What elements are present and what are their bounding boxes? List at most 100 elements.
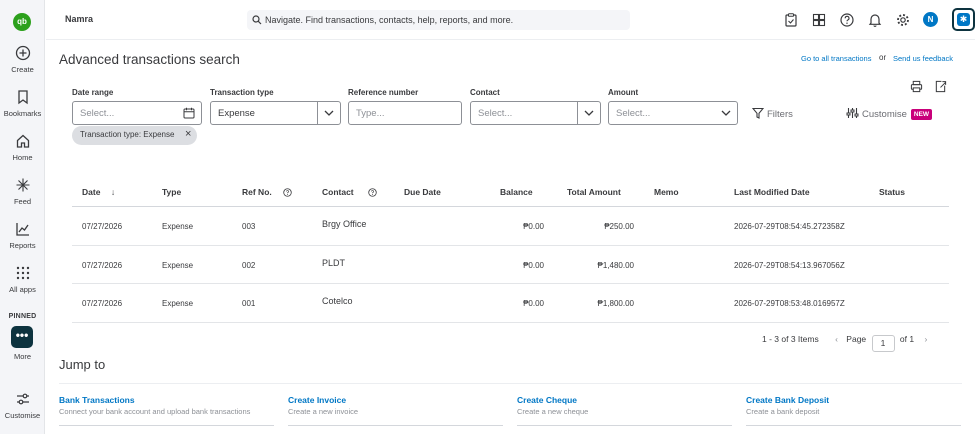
plus-circle-icon [15,45,30,61]
sidebar-item-customise[interactable]: Customise [0,391,45,420]
sidebar-item-all-apps[interactable]: All apps [0,265,45,294]
filter-chip-transaction-type: Transaction type: Expense × [72,126,198,145]
jump-link-title: Create Bank Deposit [746,395,830,405]
close-icon[interactable]: × [185,129,191,140]
global-search-input[interactable]: Navigate. Find transactions, contacts, h… [247,10,630,30]
sidebar-item-label: Customise [4,411,41,420]
cell-balance: ₱0.00 [523,299,544,308]
sliders-icon [846,108,859,118]
export-icon[interactable] [934,80,947,93]
info-icon[interactable] [283,188,292,197]
table-row[interactable]: 07/27/2026 Expense 003 Brgy Office ₱0.00… [72,207,949,246]
column-total-amount[interactable]: Total Amount [567,187,621,197]
chevron-down-icon [324,110,334,116]
amount-label: Amount [608,88,639,97]
cell-type: Expense [162,299,194,308]
quickbooks-logo[interactable]: qb [13,13,31,31]
cell-contact-link[interactable]: Brgy Office [322,219,366,229]
jump-link-title: Create Invoice [288,395,347,405]
jump-link-bank-transactions[interactable]: Bank Transactions Connect your bank acco… [59,395,274,426]
sidebar-item-bookmarks[interactable]: Bookmarks [0,89,45,118]
jump-link-title: Create Cheque [517,395,577,405]
reference-number-input[interactable]: Type... [348,101,462,125]
cell-date: 07/27/2026 [82,299,123,308]
clipboard-check-icon[interactable] [783,12,799,28]
bookmark-icon [17,90,28,105]
company-name[interactable]: Namra [65,14,93,24]
jump-link-description: Create a new cheque [517,407,589,416]
table-row[interactable]: 07/27/2026 Expense 001 Cotelco ₱0.00 ₱1,… [72,284,949,323]
filters-button[interactable]: Filters [751,107,793,120]
column-type[interactable]: Type [162,187,181,197]
date-range-field[interactable]: Select... [72,101,202,125]
send-feedback-link[interactable]: Send us feedback [893,54,953,63]
jump-to-heading: Jump to [59,357,106,372]
apps-switcher-icon[interactable] [811,12,827,28]
help-icon[interactable] [839,12,855,28]
bell-icon[interactable] [867,12,883,28]
assistant-button[interactable]: ✱ [952,8,975,31]
page-label: Page [846,334,867,344]
chevron-right-icon[interactable]: › [924,334,927,344]
jump-link-description: Create a bank deposit [746,407,820,416]
jump-link-create-invoice[interactable]: Create Invoice Create a new invoice [288,395,503,426]
more-button[interactable]: ••• [11,326,33,348]
filters-label: Filters [767,109,793,120]
cell-type: Expense [162,222,194,231]
info-icon[interactable] [368,188,377,197]
pinned-section-label: PINNED [8,313,37,320]
pagination-summary: 1 - 3 of 3 Items [762,334,819,344]
customise-button[interactable]: Customise NEW [846,107,933,120]
cell-last-modified: 2026-07-29T08:53:48.016957Z [734,299,845,308]
column-date-label: Date [82,187,101,197]
cell-contact-link[interactable]: Cotelco [322,296,353,306]
sidebar-item-home[interactable]: Home [0,133,45,162]
more-dots-icon: ••• [15,328,29,342]
date-range-label: Date range [72,88,114,97]
chevron-down-icon [721,110,731,116]
jump-link-create-bank-deposit[interactable]: Create Bank Deposit Create a bank deposi… [746,395,961,426]
column-last-modified[interactable]: Last Modified Date [734,187,810,197]
column-memo[interactable]: Memo [654,187,679,197]
jump-link-create-cheque[interactable]: Create Cheque Create a new cheque [517,395,732,426]
cell-last-modified: 2026-07-29T08:54:13.967056Z [734,260,845,270]
transaction-type-value: Expense [218,108,255,119]
reference-number-placeholder: Type... [356,108,385,119]
divider [59,383,962,384]
cell-total-amount: ₱250.00 [604,222,634,231]
column-date[interactable]: Date ↓ [82,187,115,197]
column-contact[interactable]: Contact [322,187,377,197]
transaction-type-label: Transaction type [210,88,274,97]
cell-contact-link[interactable]: PLDT [322,258,345,268]
cell-date: 07/27/2026 [82,222,123,231]
sparkle-icon: ✱ [957,13,970,26]
sidebar-item-reports[interactable]: Reports [0,221,45,250]
table-row[interactable]: 07/27/2026 Expense 002 PLDT ₱0.00 ₱1,480… [72,246,949,284]
more-label: More [13,352,32,361]
calendar-icon[interactable] [183,107,195,119]
print-icon[interactable] [910,80,923,93]
contact-label: Contact [470,88,500,97]
sidebar-item-label: All apps [9,285,36,294]
sidebar-item-feed[interactable]: Feed [0,177,45,206]
gear-icon[interactable] [895,12,911,28]
app-window: qb Create Bookmarks Home Feed Reports Al… [0,0,975,434]
avatar[interactable]: N [923,12,938,27]
cell-total-amount: ₱1,480.00 [597,260,634,270]
column-contact-label: Contact [322,187,354,197]
sliders-icon [16,393,29,405]
jump-link-title: Bank Transactions [59,395,135,405]
amount-select[interactable]: Select... [608,101,738,125]
transaction-type-select[interactable]: Expense [210,101,341,125]
page-number-input[interactable]: 1 [871,335,895,352]
chevron-left-icon[interactable]: ‹ [835,334,838,344]
contact-select[interactable]: Select... [470,101,601,125]
column-due-date[interactable]: Due Date [404,187,441,197]
funnel-icon [751,107,765,119]
column-balance[interactable]: Balance [500,187,533,197]
cell-balance: ₱0.00 [523,260,544,270]
column-ref-no[interactable]: Ref No. [242,187,292,197]
go-to-all-transactions-link[interactable]: Go to all transactions [801,54,871,63]
column-status[interactable]: Status [879,187,905,197]
sidebar-item-create[interactable]: Create [0,45,45,74]
